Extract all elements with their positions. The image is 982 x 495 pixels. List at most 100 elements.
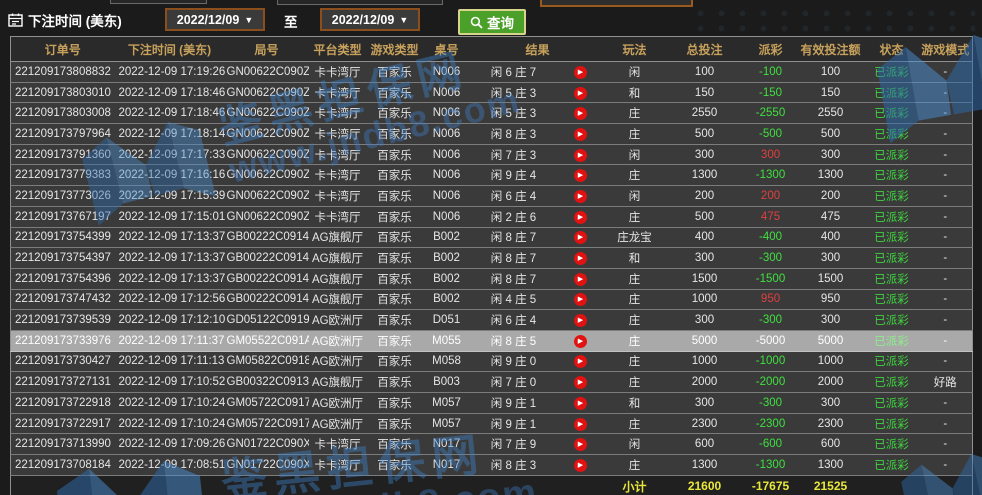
cell-payout: 950 xyxy=(745,289,797,310)
cell-game-mode: - xyxy=(919,268,973,289)
cell-play-type: 庄 xyxy=(605,310,665,331)
table-row[interactable]: 221209173808832 2022-12-09 17:19:26 GN00… xyxy=(11,62,973,83)
cell-valid-bet: 600 xyxy=(797,434,865,455)
table-row[interactable]: 221209173722918 2022-12-09 17:10:24 GM05… xyxy=(11,393,973,414)
cell-game-mode: - xyxy=(919,124,973,145)
cell-total-bet: 150 xyxy=(665,82,745,103)
cell-game-mode: - xyxy=(919,144,973,165)
table-row[interactable]: 221209173754397 2022-12-09 17:13:37 GB00… xyxy=(11,248,973,269)
table-row[interactable]: 221209173713990 2022-12-09 17:09:26 GN01… xyxy=(11,434,973,455)
cell-play-type: 庄 xyxy=(605,103,665,124)
cell-order-id: 221209173779383 xyxy=(11,165,115,186)
cell-replay: ▶ xyxy=(557,310,605,331)
cell-order-id: 221209173791360 xyxy=(11,144,115,165)
cell-result: 闲 5 庄 3 xyxy=(471,82,557,103)
play-video-icon[interactable]: ▶ xyxy=(574,314,587,327)
table-row[interactable]: 221209173754396 2022-12-09 17:13:37 GB00… xyxy=(11,268,973,289)
play-video-icon[interactable]: ▶ xyxy=(574,293,587,306)
cell-valid-bet: 1000 xyxy=(797,351,865,372)
play-video-icon[interactable]: ▶ xyxy=(574,335,587,348)
cell-result: 闲 9 庄 0 xyxy=(471,351,557,372)
cell-platform: 卡卡湾厅 xyxy=(309,82,367,103)
cell-payout: -300 xyxy=(745,310,797,331)
play-video-icon[interactable]: ▶ xyxy=(574,169,587,182)
table-row[interactable]: 221209173722917 2022-12-09 17:10:24 GM05… xyxy=(11,413,973,434)
cell-order-id: 221209173808832 xyxy=(11,62,115,83)
play-video-icon[interactable]: ▶ xyxy=(574,128,587,141)
cell-status: 已派彩 xyxy=(865,351,919,372)
cell-order-id: 221209173713990 xyxy=(11,434,115,455)
play-video-icon[interactable]: ▶ xyxy=(574,190,587,203)
table-row[interactable]: 221209173797964 2022-12-09 17:18:14 GN00… xyxy=(11,124,973,145)
play-video-icon[interactable]: ▶ xyxy=(574,149,587,162)
cell-replay: ▶ xyxy=(557,248,605,269)
cell-table-no: N006 xyxy=(423,103,471,124)
cell-game-type: 百家乐 xyxy=(367,372,423,393)
cell-bet-time: 2022-12-09 17:15:01 xyxy=(115,206,225,227)
cell-bet-time: 2022-12-09 17:18:46 xyxy=(115,82,225,103)
table-row[interactable]: 221209173727131 2022-12-09 17:10:52 GB00… xyxy=(11,372,973,393)
cell-game-type: 百家乐 xyxy=(367,103,423,124)
cell-game-mode: - xyxy=(919,62,973,83)
cell-game-type: 百家乐 xyxy=(367,413,423,434)
cell-game-type: 百家乐 xyxy=(367,124,423,145)
filter-bar: 下注时间 (美东) 2022/12/09 ▼ 至 2022/12/09 ▼ 查询 xyxy=(0,0,982,36)
play-video-icon[interactable]: ▶ xyxy=(574,355,587,368)
table-row[interactable]: 221209173739539 2022-12-09 17:12:10 GD05… xyxy=(11,310,973,331)
table-row[interactable]: 221209173791360 2022-12-09 17:17:33 GN00… xyxy=(11,144,973,165)
play-video-icon[interactable]: ▶ xyxy=(574,459,587,472)
cell-game-type: 百家乐 xyxy=(367,206,423,227)
subtotal-payout: -17675 xyxy=(745,475,797,495)
play-video-icon[interactable]: ▶ xyxy=(574,231,587,244)
cell-status: 已派彩 xyxy=(865,165,919,186)
play-video-icon[interactable]: ▶ xyxy=(574,87,587,100)
table-row[interactable]: 221209173767197 2022-12-09 17:15:01 GN00… xyxy=(11,206,973,227)
play-video-icon[interactable]: ▶ xyxy=(574,252,587,265)
table-row[interactable]: 221209173708184 2022-12-09 17:08:51 GN01… xyxy=(11,455,973,476)
table-row[interactable]: 221209173733976 2022-12-09 17:11:37 GM05… xyxy=(11,330,973,351)
cell-replay: ▶ xyxy=(557,103,605,124)
cell-game-type: 百家乐 xyxy=(367,351,423,372)
cell-game-mode: - xyxy=(919,393,973,414)
cell-round-id: GB00222C09141 xyxy=(225,227,309,248)
search-icon xyxy=(470,16,483,29)
cell-valid-bet: 200 xyxy=(797,186,865,207)
date-to-select[interactable]: 2022/12/09 ▼ xyxy=(320,8,420,31)
cell-payout: -100 xyxy=(745,62,797,83)
cell-game-type: 百家乐 xyxy=(367,268,423,289)
table-row[interactable]: 221209173730427 2022-12-09 17:11:13 GM05… xyxy=(11,351,973,372)
play-video-icon[interactable]: ▶ xyxy=(574,418,587,431)
cell-status: 已派彩 xyxy=(865,124,919,145)
play-video-icon[interactable]: ▶ xyxy=(574,397,587,410)
table-row[interactable]: 221209173803008 2022-12-09 17:18:46 GN00… xyxy=(11,103,973,124)
cell-game-type: 百家乐 xyxy=(367,330,423,351)
cell-result: 闲 8 庄 7 xyxy=(471,268,557,289)
play-video-icon[interactable]: ▶ xyxy=(574,107,587,120)
play-video-icon[interactable]: ▶ xyxy=(574,211,587,224)
col-platform: 平台类型 xyxy=(309,37,367,62)
play-video-icon[interactable]: ▶ xyxy=(574,438,587,451)
cell-table-no: N006 xyxy=(423,186,471,207)
date-from-select[interactable]: 2022/12/09 ▼ xyxy=(165,8,265,31)
cell-replay: ▶ xyxy=(557,330,605,351)
table-row[interactable]: 221209173779383 2022-12-09 17:16:16 GN00… xyxy=(11,165,973,186)
cell-bet-time: 2022-12-09 17:11:37 xyxy=(115,330,225,351)
search-button[interactable]: 查询 xyxy=(458,9,526,35)
table-row[interactable]: 221209173803010 2022-12-09 17:18:46 GN00… xyxy=(11,82,973,103)
subtotal-spacer xyxy=(11,475,605,495)
cell-total-bet: 400 xyxy=(665,227,745,248)
cell-payout: 475 xyxy=(745,206,797,227)
play-video-icon[interactable]: ▶ xyxy=(574,66,587,79)
cell-table-no: N006 xyxy=(423,82,471,103)
play-video-icon[interactable]: ▶ xyxy=(574,273,587,286)
cell-order-id: 221209173722917 xyxy=(11,413,115,434)
play-video-icon[interactable]: ▶ xyxy=(574,376,587,389)
table-row[interactable]: 221209173773026 2022-12-09 17:15:39 GN00… xyxy=(11,186,973,207)
cell-play-type: 庄 xyxy=(605,330,665,351)
cell-status: 已派彩 xyxy=(865,103,919,124)
table-row[interactable]: 221209173754399 2022-12-09 17:13:37 GB00… xyxy=(11,227,973,248)
cell-game-type: 百家乐 xyxy=(367,455,423,476)
cell-bet-time: 2022-12-09 17:10:52 xyxy=(115,372,225,393)
cutoff-input-box xyxy=(277,0,443,5)
table-row[interactable]: 221209173747432 2022-12-09 17:12:56 GB00… xyxy=(11,289,973,310)
